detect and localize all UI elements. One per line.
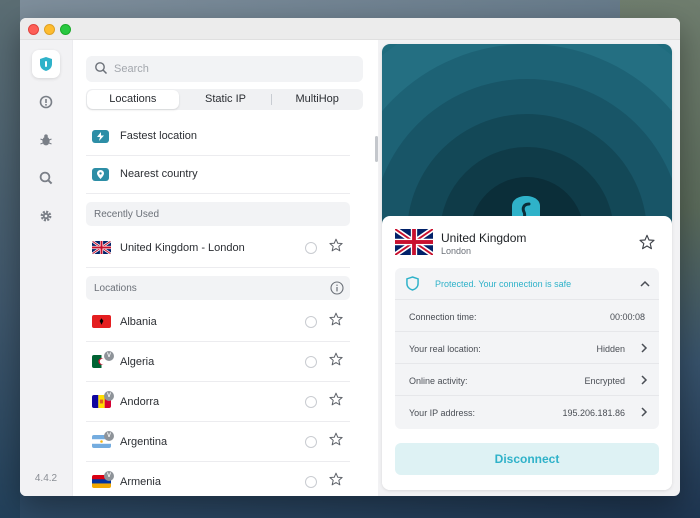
server-load-indicator [305,242,317,254]
albania-flag-icon [92,315,111,328]
server-load-indicator [305,356,317,368]
pin-icon [92,168,109,181]
search-input[interactable]: Search [86,56,363,82]
sidebar-cleanweb-button[interactable] [32,88,60,116]
quick-connect-label: Fastest location [120,130,198,142]
section-title: Locations [94,283,137,294]
virtual-location-badge: V [104,471,114,481]
location-tabs: Locations Static IP MultiHop [86,89,363,110]
tab-multihop[interactable]: MultiHop [271,89,363,110]
location-item-argentina[interactable]: V Argentina [86,422,350,462]
bug-icon [40,134,52,146]
favorite-star-icon[interactable] [329,352,343,366]
country-name: Argentina [120,436,168,448]
tab-locations[interactable]: Locations [87,90,179,109]
chevron-right-icon [641,343,648,353]
chevron-up-icon [640,280,650,287]
virtual-location-badge: V [104,391,114,401]
favorite-star-icon[interactable] [329,392,343,406]
nearest-country-item[interactable]: Nearest country [86,156,350,194]
virtual-location-badge: V [104,431,114,441]
connected-city: London [441,246,472,256]
country-name: United Kingdom - London [120,242,245,254]
detail-value: 195.206.181.86 [562,408,625,418]
quick-connect-label: Nearest country [120,168,198,180]
sidebar-alert-button[interactable] [32,164,60,192]
detail-value: Hidden [596,344,625,354]
info-icon[interactable] [330,281,344,295]
connected-country: United Kingdom [441,231,527,245]
detail-row-ip-address[interactable]: Your IP address: 195.206.181.86 [395,396,659,428]
detail-row-online-activity[interactable]: Online activity: Encrypted [395,364,659,396]
detail-label: Connection time: [409,312,477,322]
shield-icon [40,57,52,71]
server-load-indicator [305,476,317,488]
country-name: Algeria [120,356,155,368]
alert-shield-icon [39,95,53,109]
tab-label: MultiHop [295,93,339,105]
detail-value: 00:00:08 [609,312,645,322]
server-load-indicator [305,316,317,328]
country-name: Albania [120,316,157,328]
country-name: Andorra [120,396,160,408]
disconnect-button[interactable]: Disconnect [395,443,659,475]
desktop-background-left [0,0,20,518]
favorite-star-icon[interactable] [329,432,343,446]
virtual-location-badge: V [104,351,114,361]
location-item-algeria[interactable]: V Algeria [86,342,350,382]
gear-icon [40,210,52,222]
location-item-albania[interactable]: Albania [86,302,350,342]
search-magnifier-icon [39,171,53,185]
server-load-indicator [305,436,317,448]
favorite-star-icon[interactable] [329,312,343,326]
location-item-andorra[interactable]: V Andorra [86,382,350,422]
app-window: 4.4.2 Search Locations Static IP MultiHo… [20,18,680,496]
protection-status-row[interactable]: Protected. Your connection is safe [395,268,659,300]
detail-row-real-location[interactable]: Your real location: Hidden [395,332,659,364]
tab-label: Static IP [205,93,246,105]
tab-static-ip[interactable]: Static IP [180,89,272,110]
uk-flag-icon [92,241,111,254]
protection-status-text: Protected. Your connection is safe [435,279,572,289]
shield-icon [406,276,419,291]
zoom-window-button[interactable] [60,24,71,35]
minimize-window-button[interactable] [44,24,55,35]
fastest-location-item[interactable]: Fastest location [86,118,350,156]
lightning-icon [92,130,109,143]
detail-label: Online activity: [409,376,468,386]
chevron-right-icon [641,375,648,385]
uk-flag-icon [395,229,433,255]
connection-status-panel: United Kingdom London Protected. Your co… [382,44,672,490]
sidebar: 4.4.2 [20,40,72,496]
close-window-button[interactable] [28,24,39,35]
recently-used-header: Recently Used [86,202,350,226]
favorite-star-icon[interactable] [329,472,343,486]
server-load-indicator [305,396,317,408]
section-title: Recently Used [94,209,160,220]
search-placeholder: Search [114,63,149,75]
chevron-right-icon [641,407,648,417]
detail-label: Your real location: [409,344,481,354]
locations-header: Locations [86,276,350,300]
connection-card: United Kingdom London Protected. Your co… [382,216,672,490]
connection-hero-graphic [382,44,672,234]
recent-item-uk-london[interactable]: United Kingdom - London [86,228,350,268]
location-list-panel: Search Locations Static IP MultiHop Fast… [72,40,378,496]
favorite-star-icon[interactable] [329,238,343,252]
detail-row-connection-time: Connection time: 00:00:08 [395,300,659,332]
sidebar-antivirus-button[interactable] [32,126,60,154]
detail-value: Encrypted [584,376,625,386]
country-name: Armenia [120,476,161,488]
list-scrollbar[interactable] [375,136,378,162]
sidebar-settings-button[interactable] [32,202,60,230]
tab-divider [271,94,273,105]
favorite-star-icon[interactable] [639,234,655,250]
detail-label: Your IP address: [409,408,476,418]
title-bar [20,18,680,40]
connection-details: Protected. Your connection is safe Conne… [395,268,659,429]
app-version: 4.4.2 [34,473,58,484]
search-icon [95,62,108,75]
sidebar-vpn-button[interactable] [32,50,60,78]
location-item-armenia[interactable]: V Armenia [86,462,350,496]
